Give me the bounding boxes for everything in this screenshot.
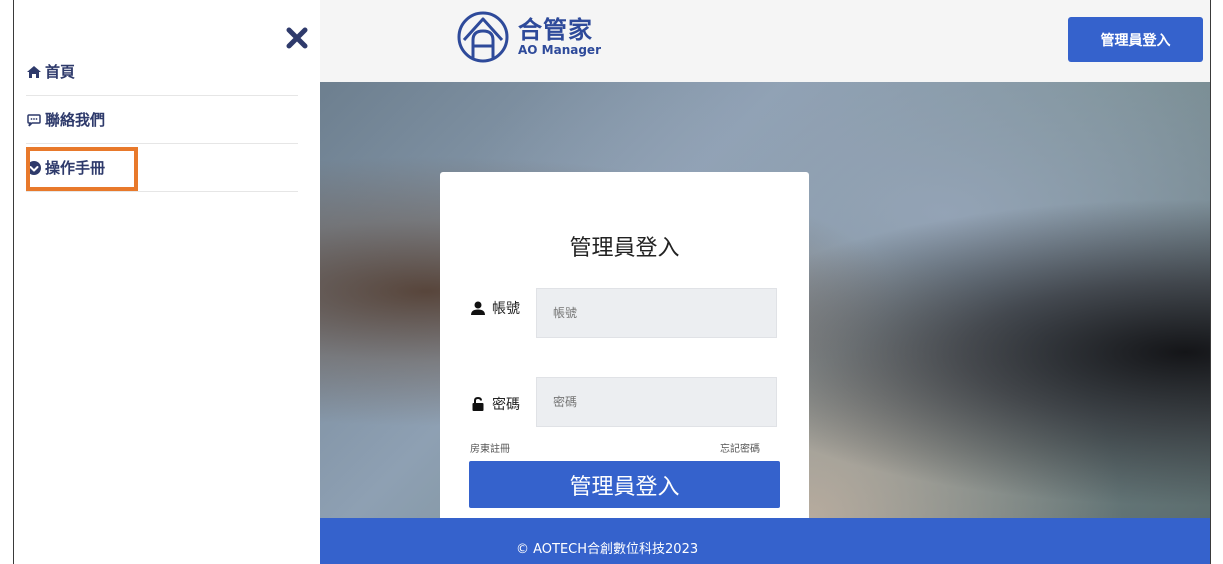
sidebar-item-home[interactable]: 首頁 [26,48,298,96]
main-area: 合管家 AO Manager 管理員登入 管理員登入 帳號 密碼 房東 [320,0,1210,564]
forgot-password-link[interactable]: 忘記密碼 [720,440,760,455]
account-label-text: 帳號 [492,301,520,317]
landlord-register-link[interactable]: 房東註冊 [470,440,510,455]
password-input[interactable] [536,377,777,427]
account-input[interactable] [536,288,777,338]
account-label: 帳號 [470,298,520,318]
sidebar-item-label: 操作手冊 [45,159,106,177]
sidebar-item-manual[interactable]: 操作手冊 [26,144,298,192]
admin-login-submit-button[interactable]: 管理員登入 [469,461,780,508]
admin-login-header-button[interactable]: 管理員登入 [1068,17,1203,62]
user-icon [471,301,485,315]
download-circle-icon [26,160,42,176]
password-label-text: 密碼 [492,397,520,413]
copyright-text: © AOTECH合創數位科技2023 [516,542,699,557]
logo-mark-icon [457,11,509,63]
sidebar-item-contact[interactable]: 聯絡我們 [26,96,298,144]
chat-icon [26,112,42,128]
hero-background-image: 管理員登入 帳號 密碼 房東註冊 忘記密碼 管理員登入 [320,82,1210,544]
home-icon [26,64,42,80]
footer: © AOTECH合創數位科技2023 [320,518,1210,564]
sidebar-item-label: 首頁 [45,63,76,81]
sidebar: 首頁 聯絡我們 操作手冊 [14,0,320,564]
top-header: 合管家 AO Manager 管理員登入 [320,0,1210,82]
logo[interactable]: 合管家 AO Manager [456,10,601,64]
unlock-icon [472,396,484,411]
logo-title: 合管家 [518,16,593,44]
password-label: 密碼 [470,394,520,414]
logo-text: 合管家 AO Manager [518,17,601,57]
sidebar-item-label: 聯絡我們 [45,111,106,129]
login-card: 管理員登入 帳號 密碼 房東註冊 忘記密碼 管理員登入 [440,172,809,544]
login-title: 管理員登入 [569,236,680,261]
app-window: 首頁 聯絡我們 操作手冊 合管家 AO Manager 管理員登入 管理員登入 … [13,0,1211,564]
logo-subtitle: AO Manager [518,43,601,57]
